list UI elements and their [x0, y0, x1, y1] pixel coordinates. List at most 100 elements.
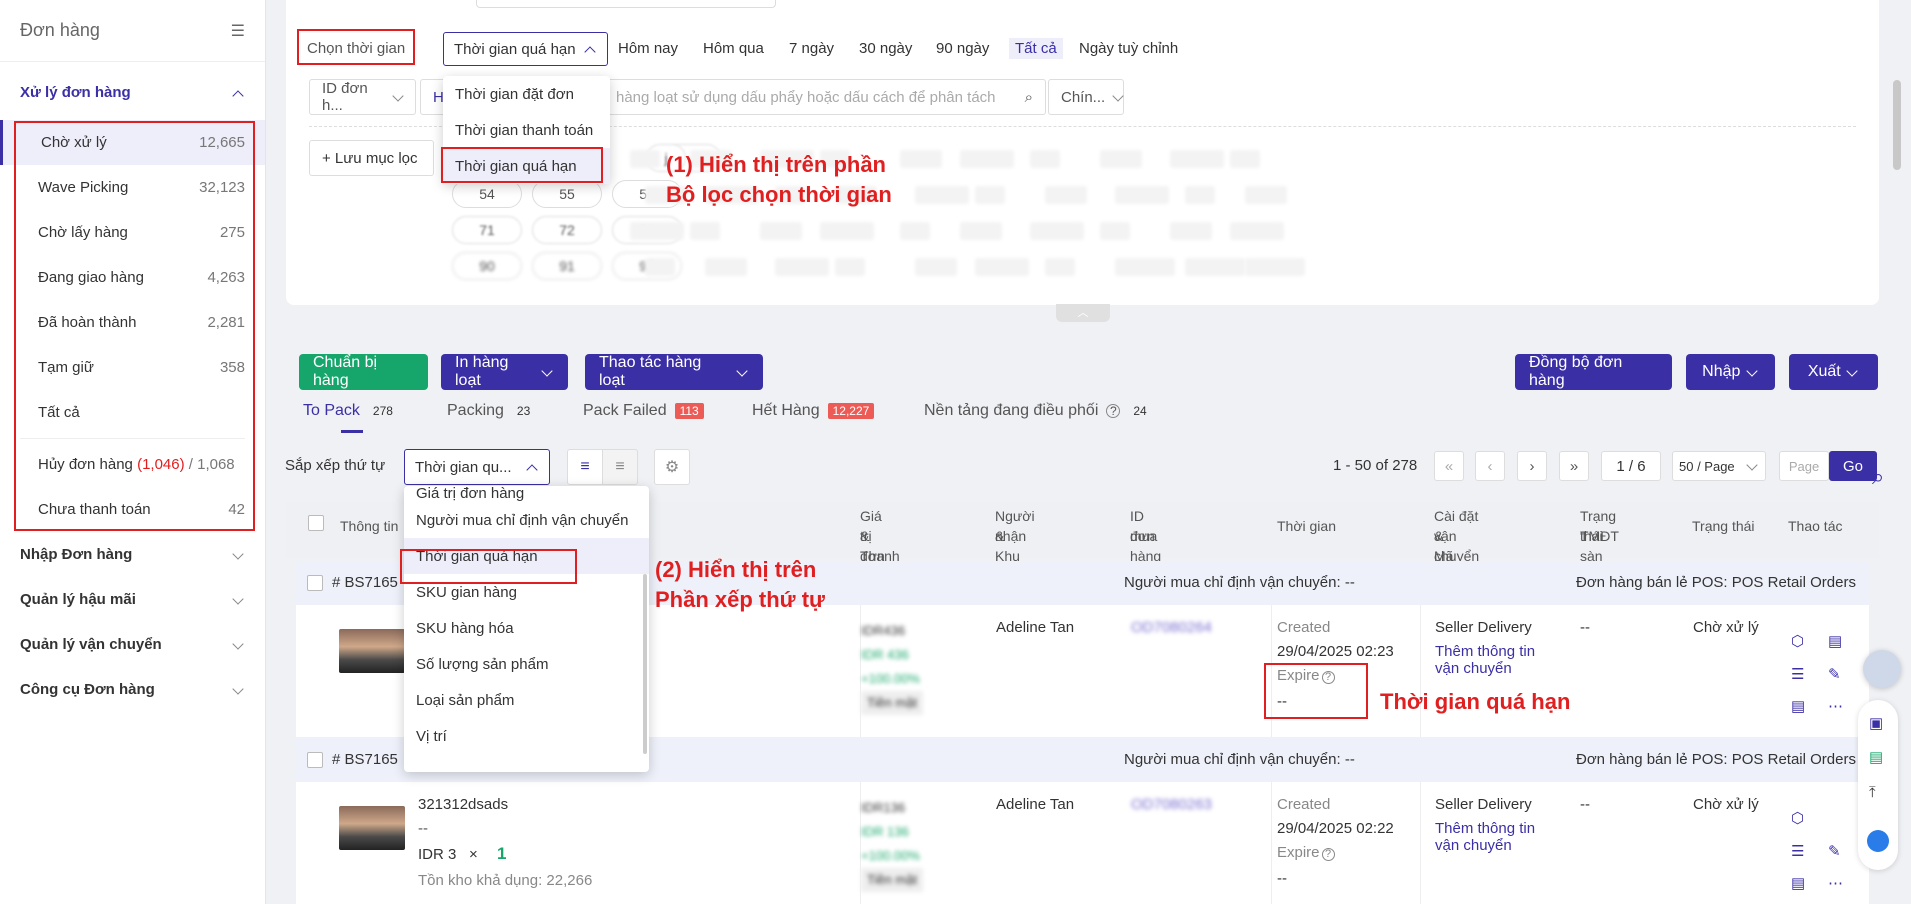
first-page-icon[interactable]: « [1434, 451, 1464, 481]
tab-to-pack[interactable]: To Pack 278 [303, 402, 398, 420]
sidebar-section-tools[interactable]: Công cụ Đơn hàng [0, 667, 265, 712]
product-name[interactable]: 321312dsads [418, 796, 508, 813]
filter-chip[interactable]: 91 [532, 252, 602, 280]
support-icon[interactable] [1867, 830, 1889, 852]
search-input[interactable]: hàng loạt sử dụng dấu phẩy hoặc dấu cách… [604, 79, 1046, 115]
list-icon[interactable]: ☰ [1791, 665, 1804, 683]
last-page-icon[interactable]: » [1559, 451, 1589, 481]
search-icon[interactable]: ⌕ [1872, 464, 1884, 490]
per-page-select[interactable]: 50 / Page [1672, 451, 1766, 481]
order-id-link[interactable]: OD7080263 [1131, 796, 1212, 813]
search-icon[interactable]: ⌕ [1025, 89, 1033, 106]
sort-option-expire[interactable]: Thời gian quá hạn [404, 538, 649, 574]
product-image[interactable] [339, 629, 405, 673]
quick-7-days[interactable]: 7 ngày [789, 40, 834, 57]
sidebar-item-unpaid[interactable]: Chưa thanh toán 42 [0, 487, 265, 532]
note-icon[interactable]: ▤ [1791, 874, 1805, 892]
sort-option[interactable]: Loại sản phẩm [404, 682, 649, 718]
sidebar-section-shipping[interactable]: Quản lý vận chuyển [0, 622, 265, 667]
tab-out-of-stock[interactable]: Hết Hàng 12,227 [752, 402, 875, 420]
more-icon[interactable]: ⋯ [1828, 874, 1843, 892]
export-button[interactable]: Xuất [1789, 354, 1878, 390]
order-checkbox[interactable] [307, 575, 323, 591]
more-icon[interactable]: ⋯ [1828, 697, 1843, 715]
sidebar-item-shipping[interactable]: Đang giao hàng 4,263 [0, 255, 265, 300]
package-icon[interactable]: ⬡ [1791, 632, 1804, 650]
sort-option[interactable]: SKU hàng hóa [404, 610, 649, 646]
bulk-print-button[interactable]: In hàng loạt [441, 354, 568, 390]
sidebar-item-all[interactable]: Tất cả [0, 390, 265, 435]
dropdown-scrollbar[interactable] [643, 574, 647, 754]
quick-today[interactable]: Hôm nay [618, 40, 678, 57]
sidebar-item-completed[interactable]: Đã hoàn thành 2,281 [0, 300, 265, 345]
collapse-menu-icon[interactable]: ☰ [231, 21, 245, 41]
filter-chip[interactable]: 71 [452, 216, 522, 244]
page-indicator[interactable]: 1 / 6 [1601, 451, 1661, 481]
quick-30-days[interactable]: 30 ngày [859, 40, 912, 57]
document-icon[interactable]: ▤ [1828, 632, 1842, 650]
prev-page-icon[interactable]: ‹ [1475, 451, 1505, 481]
sort-desc-icon[interactable]: ≡ [567, 449, 603, 485]
order-id-link[interactable]: OD7080264 [1131, 619, 1212, 636]
import-button[interactable]: Nhập [1686, 354, 1775, 390]
sync-orders-button[interactable]: Đồng bộ đơn hàng [1515, 354, 1672, 390]
tab-platform-dispatching[interactable]: Nền tảng đang điều phối? 24 [924, 402, 1152, 420]
sort-option[interactable]: Giá trị đơn hàng [404, 486, 649, 502]
time-option-payment[interactable]: Thời gian thanh toán [443, 112, 610, 148]
id-type-select[interactable]: ID đơn h... [309, 79, 416, 115]
sidebar-item-pending[interactable]: Chờ xử lý 12,665 [0, 120, 265, 165]
sort-asc-icon[interactable]: ≡ [602, 449, 638, 485]
edit-icon[interactable]: ✎ [1828, 665, 1841, 683]
sidebar-item-cancelled[interactable]: Hủy đơn hàng (1,046) / 1,068 [0, 442, 265, 487]
annotation-text-1: (1) Hiển thị trên phần Bộ lọc chọn thời g… [666, 150, 892, 210]
filter-chip[interactable]: 54 [452, 180, 522, 208]
sidebar-section-processing[interactable]: Xử lý đơn hàng [0, 70, 265, 115]
sidebar-item-awaiting-pickup[interactable]: Chờ lấy hàng 275 [0, 210, 265, 255]
bulk-actions-button[interactable]: Thao tác hàng loạt [585, 354, 763, 390]
list-icon[interactable]: ☰ [1791, 842, 1804, 860]
sort-select[interactable]: Thời gian qu... [404, 449, 550, 485]
add-shipping-info-link[interactable]: Thêm thông tin vận chuyển [1435, 643, 1535, 677]
sidebar-section-import[interactable]: Nhập Đơn hàng [0, 532, 265, 577]
filter-chip[interactable]: 72 [532, 216, 602, 244]
sort-option[interactable]: Số lượng sản phẩm [404, 646, 649, 682]
add-shipping-info-link[interactable]: Thêm thông tin vận chuyển [1435, 820, 1535, 854]
package-icon[interactable]: ⬡ [1791, 809, 1804, 827]
quick-all[interactable]: Tất cả [1009, 38, 1063, 59]
sort-option[interactable]: Vị trí [404, 718, 649, 754]
sort-option[interactable]: Người mua chỉ định vận chuyển [404, 502, 649, 538]
time-option-order[interactable]: Thời gian đặt đơn [443, 76, 610, 112]
quick-yesterday[interactable]: Hôm qua [703, 40, 764, 57]
select-value: Chín... [1061, 88, 1106, 106]
book-icon[interactable]: ▤ [1869, 748, 1883, 766]
edit-icon[interactable]: ✎ [1828, 842, 1841, 860]
tab-packing[interactable]: Packing 23 [447, 402, 535, 420]
filter-chip[interactable]: 55 [532, 180, 602, 208]
sidebar-item-on-hold[interactable]: Tạm giữ 358 [0, 345, 265, 390]
avatar[interactable] [1863, 650, 1901, 688]
sort-option[interactable]: SKU gian hàng [404, 574, 649, 610]
settings-gear-icon[interactable]: ⚙ [654, 449, 690, 485]
time-type-select[interactable]: Thời gian quá hạn [443, 32, 608, 66]
select-all-checkbox[interactable] [308, 515, 324, 531]
next-page-icon[interactable]: › [1517, 451, 1547, 481]
go-button[interactable]: Go [1829, 451, 1877, 481]
chat-icon[interactable]: ▣ [1869, 714, 1883, 732]
channel-select[interactable]: Chín... [1048, 79, 1124, 115]
page-scrollbar[interactable] [1893, 80, 1901, 170]
tab-pack-failed[interactable]: Pack Failed 113 [583, 402, 704, 420]
sidebar-section-after-sales[interactable]: Quản lý hậu mãi [0, 577, 265, 622]
collapse-filter-button[interactable]: ︿ [1056, 304, 1110, 322]
prepare-goods-button[interactable]: Chuẩn bị hàng [299, 354, 428, 390]
note-icon[interactable]: ▤ [1791, 697, 1805, 715]
order-checkbox[interactable] [307, 752, 323, 768]
filter-chip[interactable]: 90 [452, 252, 522, 280]
scroll-top-icon[interactable]: ⤒ [1869, 784, 1876, 801]
time-option-expire[interactable]: Thời gian quá hạn [443, 148, 610, 184]
save-filter-button[interactable]: + Lưu mục lọc [309, 140, 434, 176]
product-image[interactable] [339, 806, 405, 850]
quick-custom[interactable]: Ngày tuỳ chỉnh [1079, 40, 1178, 57]
sidebar-item-wave-picking[interactable]: Wave Picking 32,123 [0, 165, 265, 210]
page-input[interactable]: Page [1779, 451, 1829, 481]
quick-90-days[interactable]: 90 ngày [936, 40, 989, 57]
